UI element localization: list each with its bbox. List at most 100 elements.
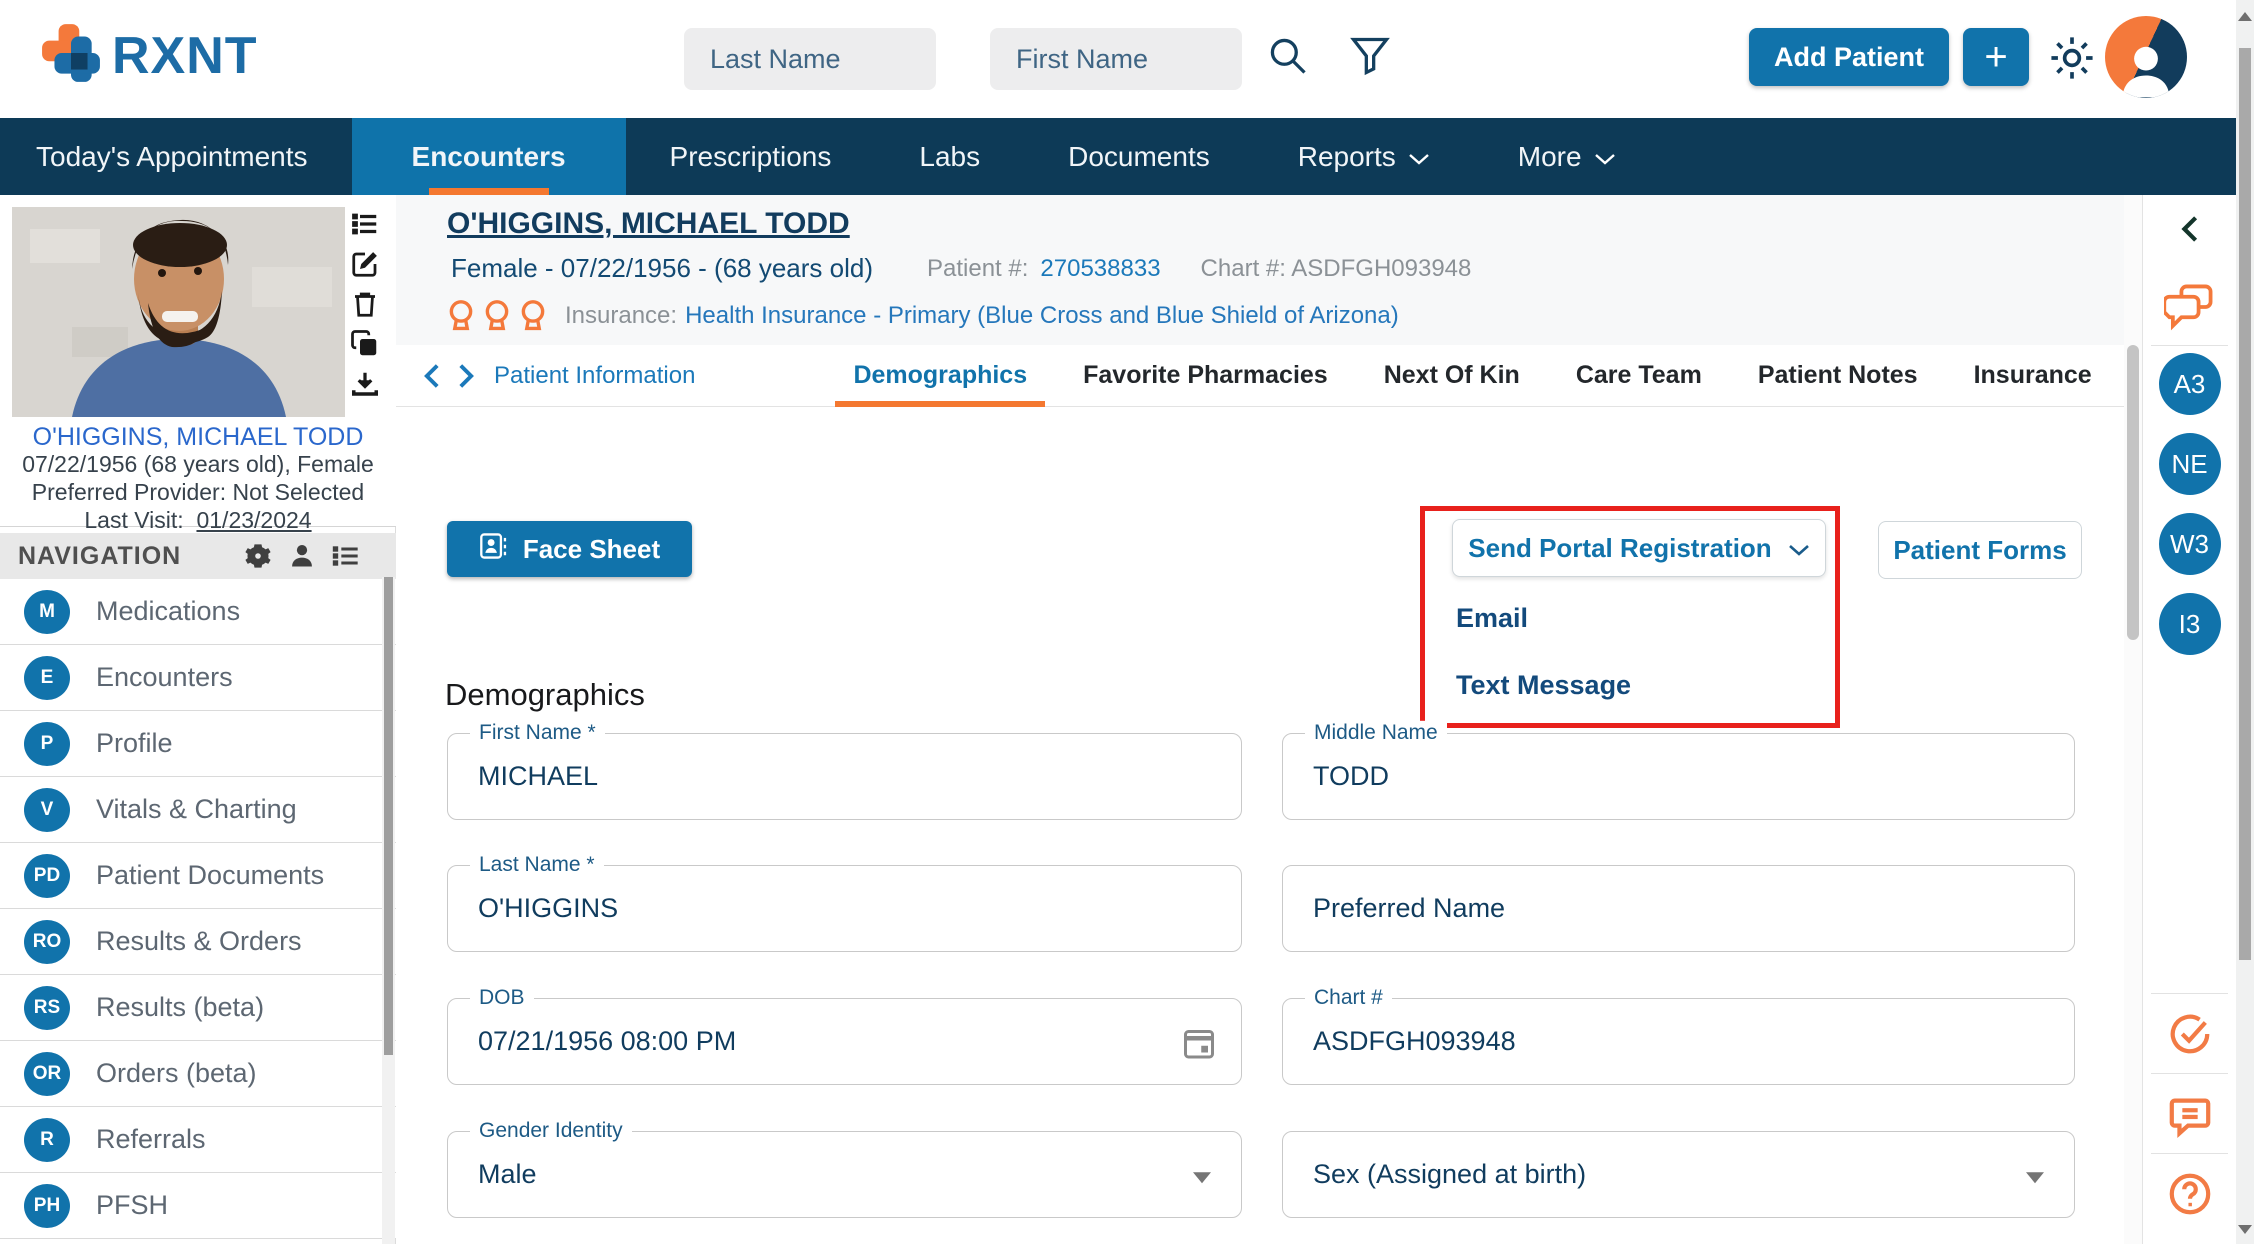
tabs: Demographics Favorite Pharmacies Next Of… <box>825 345 2120 407</box>
sidebar-item-referrals[interactable]: R Referrals <box>0 1107 396 1173</box>
sidebar-item-pfsh[interactable]: PH PFSH <box>0 1173 396 1239</box>
chat-bubbles-icon[interactable] <box>2161 283 2216 331</box>
edit-icon[interactable] <box>350 249 380 279</box>
sidebar-item-encounters[interactable]: E Encounters <box>0 645 396 711</box>
scroll-down-arrow[interactable] <box>2238 1225 2252 1234</box>
collapse-rail-icon[interactable] <box>2178 215 2202 243</box>
first-name-field[interactable]: First Name * MICHAEL <box>447 720 1242 820</box>
sidebar-item-patient-documents[interactable]: PD Patient Documents <box>0 843 396 909</box>
sidebar-item-results-beta[interactable]: RS Results (beta) <box>0 975 396 1041</box>
main-content: Face Sheet Send Portal Registration Emai… <box>396 407 2124 1244</box>
rail-badge-ne[interactable]: NE <box>2158 433 2221 495</box>
copy-icon[interactable] <box>350 329 380 359</box>
face-sheet-button[interactable]: Face Sheet <box>447 521 692 577</box>
chart-number-field[interactable]: Chart # ASDFGH093948 <box>1282 985 2075 1085</box>
badge: E <box>24 655 70 700</box>
tab-patient-notes[interactable]: Patient Notes <box>1730 345 1946 406</box>
sex-assigned-at-birth-select[interactable]: Sex (Assigned at birth) <box>1282 1131 2075 1218</box>
insurance-status-icons <box>447 299 547 333</box>
last-name-search-input[interactable] <box>684 28 936 90</box>
patient-summary-row: Female - 07/22/1956 - (68 years old) Pat… <box>451 253 1471 284</box>
middle-name-field[interactable]: Middle Name TODD <box>1282 720 2075 820</box>
download-icon[interactable] <box>350 369 380 399</box>
calendar-icon[interactable] <box>1181 1024 1217 1060</box>
left-sidebar: O'HIGGINS, MICHAEL TODD 07/22/1956 (68 y… <box>0 195 396 1244</box>
insurance-value-link[interactable]: Health Insurance - Primary (Blue Cross a… <box>685 302 1399 330</box>
field-placeholder: Sex (Assigned at birth) <box>1313 1159 1587 1189</box>
patient-summary-band: O'HIGGINS, MICHAEL TODD Female - 07/22/1… <box>396 195 2124 345</box>
settings-gear-icon[interactable] <box>2046 32 2098 87</box>
nav-prescriptions[interactable]: Prescriptions <box>626 118 876 195</box>
field-label: Last Name * <box>470 852 604 877</box>
nav-labs[interactable]: Labs <box>875 118 1024 195</box>
nav-todays-appointments[interactable]: Today's Appointments <box>0 118 352 195</box>
rail-badge-a3[interactable]: A3 <box>2158 353 2221 415</box>
scroll-up-arrow[interactable] <box>2238 12 2252 21</box>
select-caret-icon[interactable] <box>1193 1171 1211 1183</box>
contact-card-icon <box>479 531 509 568</box>
last-name-field[interactable]: Last Name * O'HIGGINS <box>447 852 1242 952</box>
patient-information-link[interactable]: Patient Information <box>494 362 695 390</box>
patient-name-link[interactable]: O'HIGGINS, MICHAEL TODD <box>447 207 850 241</box>
rail-badge-i3[interactable]: I3 <box>2158 593 2221 655</box>
insurance-label: Insurance: <box>565 302 678 329</box>
nav-documents[interactable]: Documents <box>1024 118 1254 195</box>
patient-card-name-link[interactable]: O'HIGGINS, MICHAEL TODD <box>0 423 396 452</box>
search-icon[interactable] <box>1266 34 1310 83</box>
send-portal-registration-button[interactable]: Send Portal Registration <box>1452 519 1826 577</box>
patient-summary-text: Female - 07/22/1956 - (68 years old) <box>451 253 873 283</box>
menu-item-text-message[interactable]: Text Message <box>1452 652 1752 719</box>
navigation-title: NAVIGATION <box>18 541 182 570</box>
nav-settings-gear-icon[interactable] <box>244 542 272 570</box>
last-visit-label: Last Visit: <box>84 507 184 533</box>
nav-list-icon[interactable] <box>332 542 360 570</box>
content-scrollbar-thumb[interactable] <box>2127 345 2139 640</box>
tab-insurance[interactable]: Insurance <box>1946 345 2120 406</box>
rail-badge-w3[interactable]: W3 <box>2158 513 2221 575</box>
preferred-name-field[interactable]: Preferred Name <box>1282 865 2075 952</box>
user-avatar[interactable] <box>2105 16 2187 98</box>
tab-next-of-kin[interactable]: Next Of Kin <box>1356 345 1548 406</box>
add-patient-button[interactable]: Add Patient <box>1749 28 1949 86</box>
menu-item-email[interactable]: Email <box>1452 585 1752 652</box>
nav-more[interactable]: More <box>1474 118 1660 195</box>
quick-add-button[interactable]: + <box>1963 28 2029 86</box>
patient-card-actions <box>350 209 380 399</box>
first-name-search-input[interactable] <box>990 28 1242 90</box>
sidebar-item-orders-beta[interactable]: OR Orders (beta) <box>0 1041 396 1107</box>
delete-icon[interactable] <box>350 289 380 319</box>
chart-number-text: Chart #: ASDFGH093948 <box>1200 254 1472 282</box>
patient-tab-row: Patient Information Demographics Favorit… <box>396 345 2124 407</box>
badge: PD <box>24 853 70 898</box>
sidebar-item-vitals-charting[interactable]: V Vitals & Charting <box>0 777 396 843</box>
dob-field[interactable]: DOB 07/21/1956 08:00 PM <box>447 985 1242 1085</box>
sidebar-item-profile[interactable]: P Profile <box>0 711 396 777</box>
filter-icon[interactable] <box>1348 34 1392 83</box>
select-caret-icon[interactable] <box>2026 1171 2044 1183</box>
patient-forms-button[interactable]: Patient Forms <box>1878 521 2082 579</box>
view-list-icon[interactable] <box>350 209 380 239</box>
sidebar-scrollbar-thumb[interactable] <box>384 577 393 1055</box>
help-icon[interactable] <box>2167 1171 2213 1217</box>
tab-demographics[interactable]: Demographics <box>825 345 1055 407</box>
nav-reports[interactable]: Reports <box>1254 118 1474 195</box>
feedback-comment-icon[interactable] <box>2167 1093 2213 1139</box>
patient-number-link[interactable]: 270538833 <box>1040 255 1160 283</box>
window-scrollbar-thumb[interactable] <box>2239 48 2251 960</box>
tabs-next-icon[interactable] <box>456 363 476 389</box>
sidebar-item-results-orders[interactable]: RO Results & Orders <box>0 909 396 975</box>
sidebar-item-medications[interactable]: M Medications <box>0 579 396 645</box>
tabs-prev-icon[interactable] <box>422 363 442 389</box>
tab-favorite-pharmacies[interactable]: Favorite Pharmacies <box>1055 345 1356 406</box>
nav-encounters[interactable]: Encounters <box>351 118 626 195</box>
badge: V <box>24 787 70 832</box>
patient-number-label: Patient #: <box>927 254 1029 282</box>
field-label: Gender Identity <box>470 1118 632 1143</box>
tab-care-team[interactable]: Care Team <box>1548 345 1730 406</box>
last-visit-date-link[interactable]: 01/23/2024 <box>196 507 311 533</box>
sidebar-nav-list: M Medications E Encounters P Profile V Vital… <box>0 579 396 1239</box>
nav-person-icon[interactable] <box>288 542 316 570</box>
patient-photo <box>12 207 345 417</box>
gender-identity-select[interactable]: Gender Identity Male <box>447 1118 1242 1218</box>
check-circle-icon[interactable] <box>2167 1011 2213 1057</box>
